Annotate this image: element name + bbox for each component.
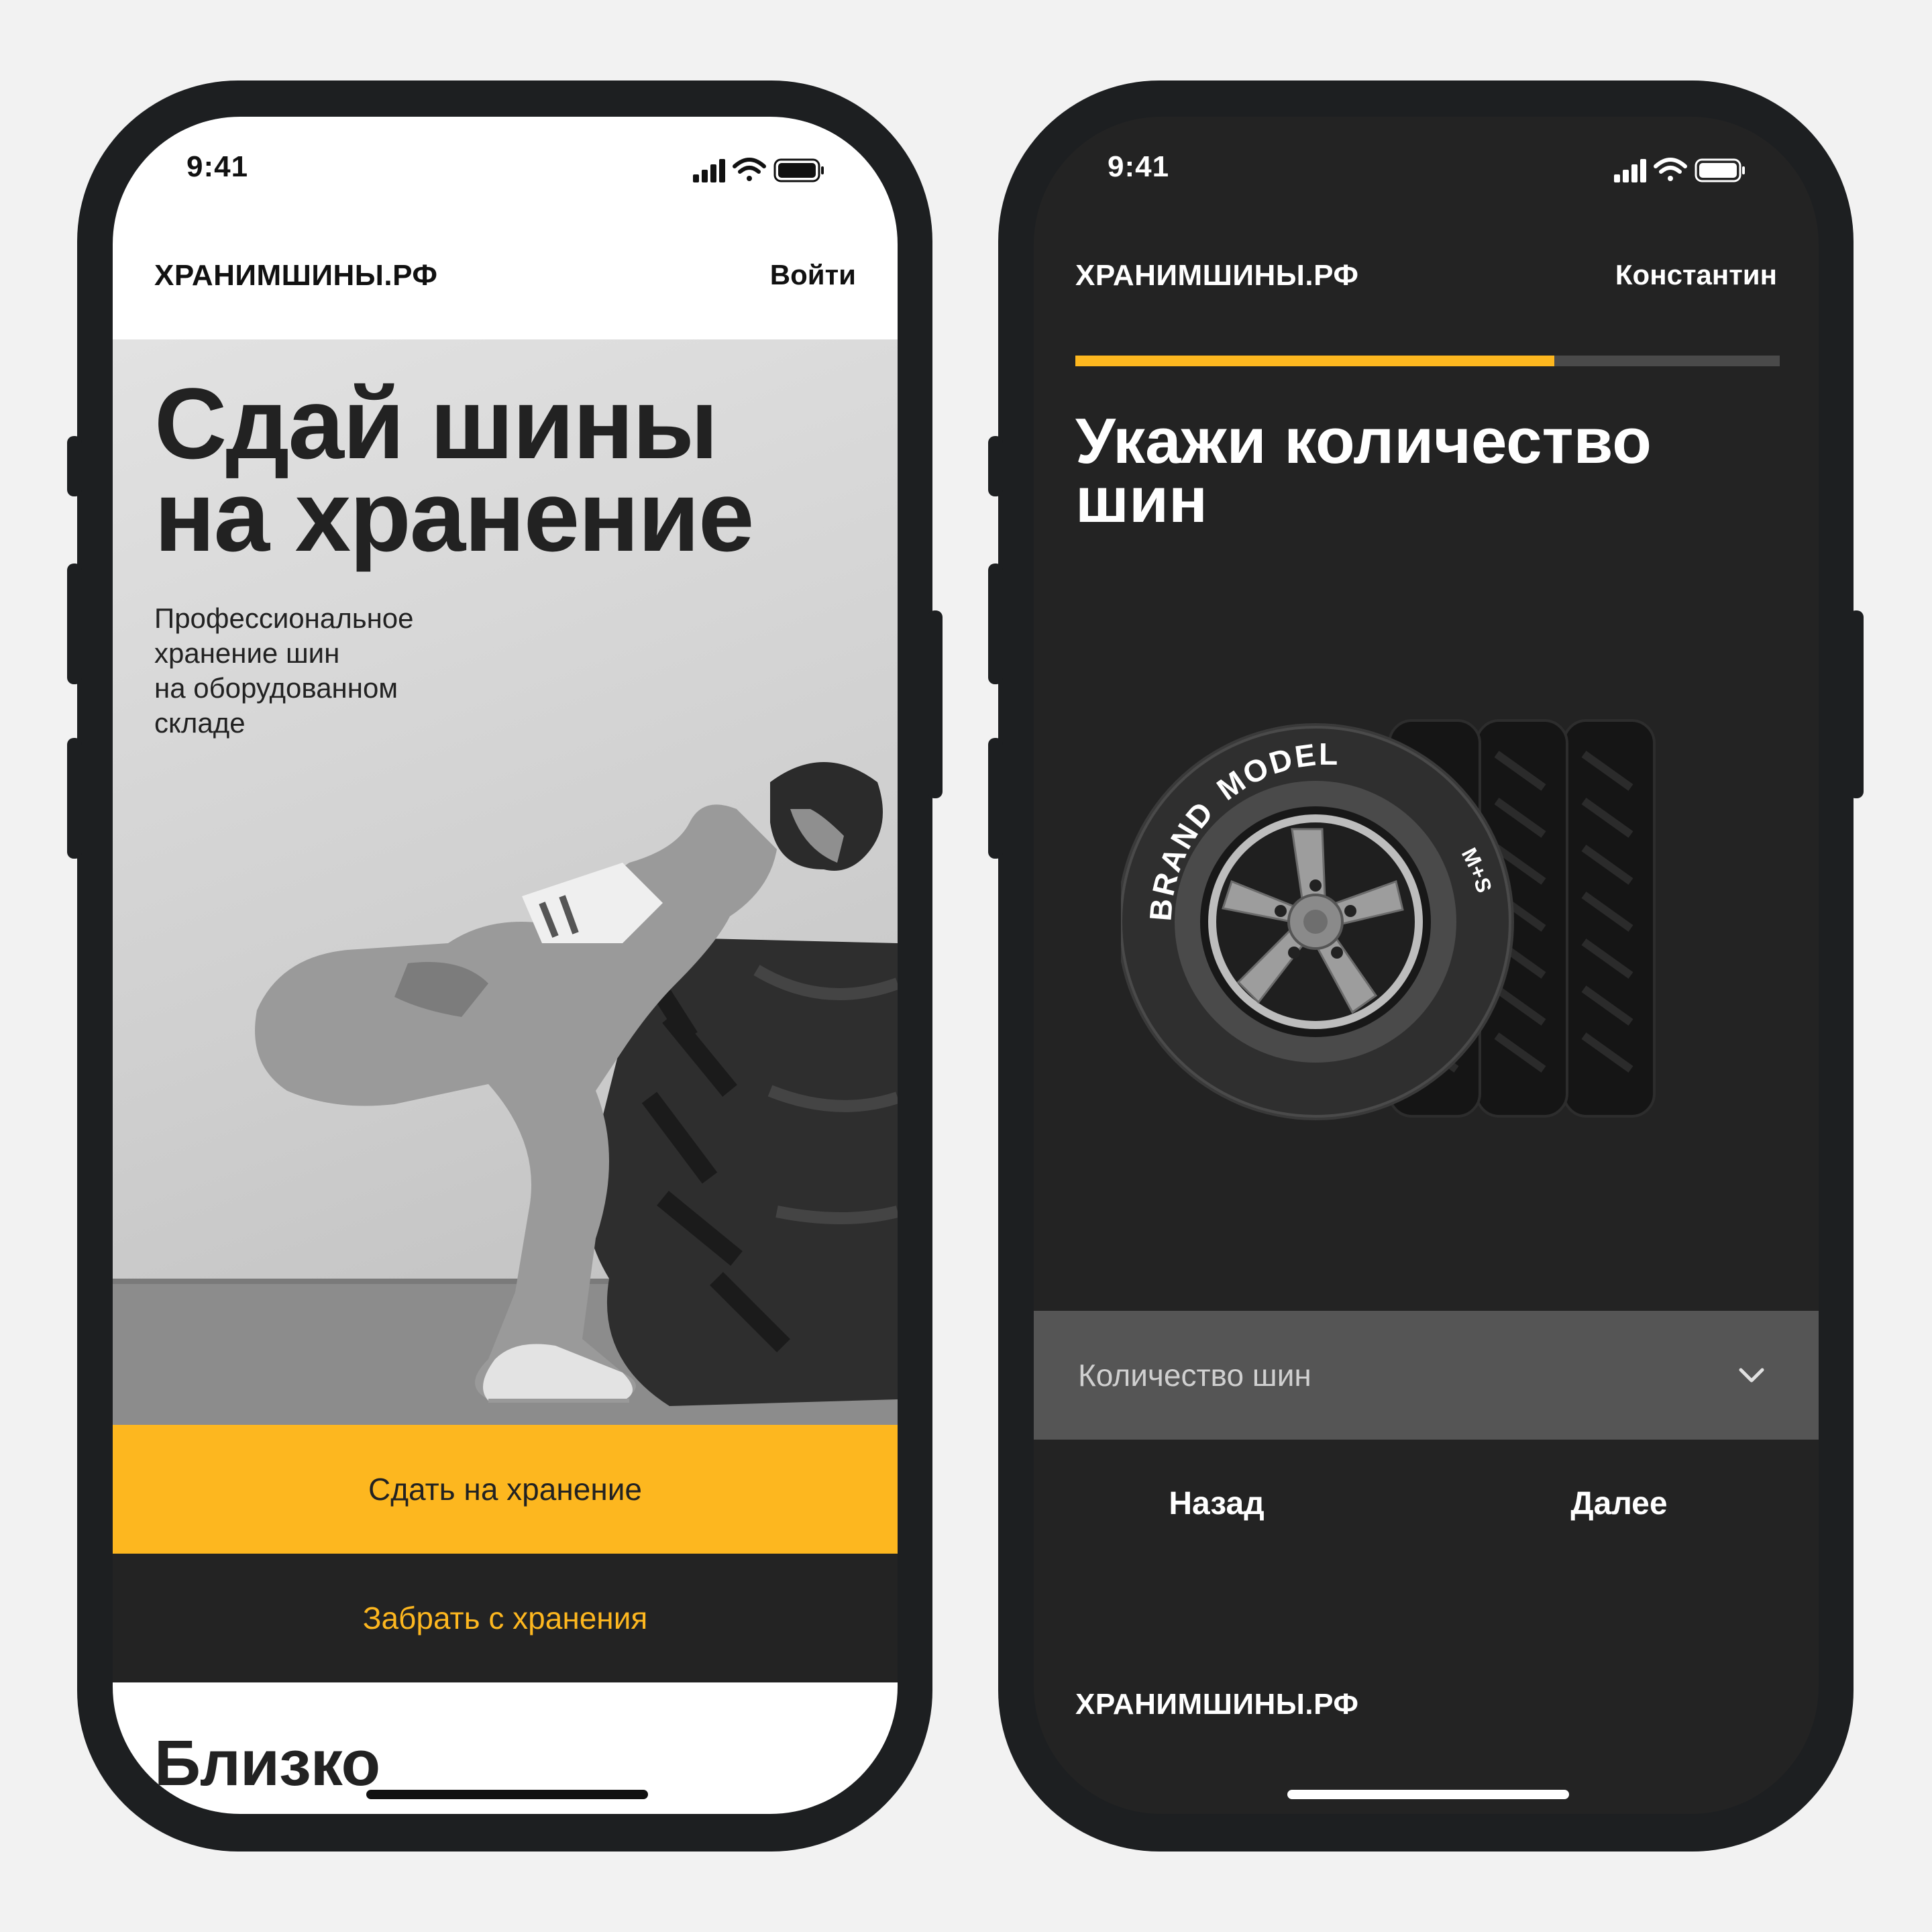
status-icons — [693, 158, 824, 182]
left-phone-volume-down — [67, 738, 82, 859]
footer-brand[interactable]: ХРАНИМШИНЫ.РФ — [1075, 1688, 1358, 1721]
hero-subtitle-line: складе — [154, 707, 246, 739]
tire-count-select[interactable]: Количество шин — [1034, 1311, 1819, 1440]
hero-subtitle-line: Профессиональное — [154, 602, 414, 634]
login-link[interactable]: Войти — [770, 259, 856, 291]
battery-icon — [1695, 158, 1745, 182]
right-phone-mute-switch — [988, 436, 1003, 496]
back-button[interactable]: Назад — [1034, 1440, 1399, 1567]
home-indicator — [1287, 1790, 1569, 1799]
cellular-signal-icon — [1614, 159, 1646, 182]
store-tires-button[interactable]: Сдать на хранение — [113, 1425, 898, 1554]
section-heading-nearby: Близко — [154, 1727, 380, 1799]
back-button-label: Назад — [1169, 1485, 1265, 1521]
right-phone-volume-up — [988, 564, 1003, 684]
tires-illustration: BRANDMODEL 175/70 R14 M+S — [1121, 714, 1656, 1120]
home-indicator — [366, 1790, 648, 1799]
chevron-down-icon — [1739, 1368, 1764, 1383]
tire-sidewall-size: 175/70 R14 — [1121, 714, 1129, 718]
brand-logo[interactable]: ХРАНИМШИНЫ.РФ — [154, 259, 437, 292]
hero-subtitle-line: хранение шин — [154, 637, 340, 669]
tire-count-select-placeholder: Количество шин — [1078, 1358, 1311, 1393]
progress-bar — [1075, 356, 1780, 366]
pickup-tires-button-label: Забрать с хранения — [362, 1601, 648, 1635]
right-phone-volume-down — [988, 738, 1003, 859]
next-button[interactable]: Далее — [1436, 1440, 1802, 1567]
right-phone-power-button — [1849, 610, 1864, 798]
hero-subtitle-line: на оборудованном — [154, 672, 398, 704]
left-phone-volume-up — [67, 564, 82, 684]
wifi-icon — [1654, 158, 1687, 181]
right-screen: 9:41 ХРАНИМШИНЫ.РФ Константин Укажи коли… — [1034, 117, 1819, 1814]
pickup-tires-button[interactable]: Забрать с хранения — [113, 1554, 898, 1682]
hero-title-line-1: Сдай шины — [154, 367, 718, 480]
step-title-line-2: шин — [1075, 464, 1208, 536]
status-time: 9:41 — [1108, 150, 1170, 183]
step-title: Укажи количество шин — [1075, 405, 1652, 536]
left-screen: 9:41 ХРАНИМШИНЫ.РФ Войти Сдай шины на хр… — [113, 117, 898, 1814]
next-button-label: Далее — [1570, 1485, 1668, 1521]
tire-tread-3 — [1562, 719, 1656, 1118]
hero-section: Сдай шины на хранение Профессиональное х… — [113, 339, 898, 1425]
hero-title: Сдай шины на хранение — [154, 367, 754, 572]
brand-logo[interactable]: ХРАНИМШИНЫ.РФ — [1075, 259, 1358, 292]
battery-icon — [773, 158, 824, 182]
step-title-line-1: Укажи количество — [1075, 405, 1652, 477]
cellular-signal-icon — [693, 159, 725, 182]
hero-subtitle: Профессиональное хранение шин на оборудо… — [154, 601, 414, 741]
status-time: 9:41 — [186, 150, 249, 183]
store-tires-button-label: Сдать на хранение — [368, 1472, 643, 1507]
left-phone-power-button — [928, 610, 943, 798]
status-icons — [1614, 158, 1745, 182]
left-phone-mute-switch — [67, 436, 82, 496]
progress-bar-fill — [1075, 356, 1554, 366]
hero-title-line-2: на хранение — [154, 460, 754, 572]
user-name[interactable]: Константин — [1615, 259, 1777, 291]
wifi-icon — [733, 158, 766, 181]
